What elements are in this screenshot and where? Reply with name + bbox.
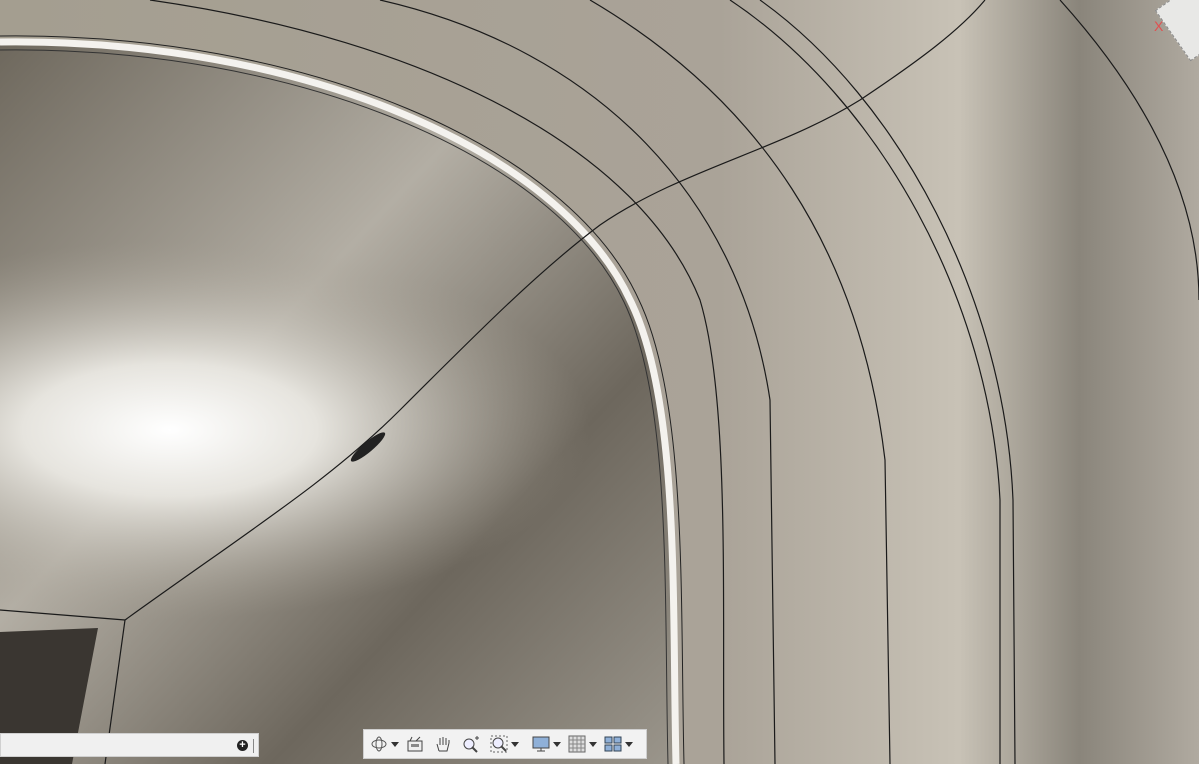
model-render [0, 0, 1199, 764]
zoom-window-icon [490, 735, 508, 753]
viewports-icon [604, 736, 622, 752]
zoom-button[interactable] [462, 732, 480, 756]
display-settings-dropdown[interactable] [553, 741, 561, 747]
grid-icon [568, 735, 586, 753]
resize-grip[interactable] [253, 739, 256, 753]
pan-button[interactable] [434, 732, 452, 756]
zoom-icon [463, 736, 479, 753]
grid-snaps-button[interactable] [568, 732, 602, 756]
orbit-button[interactable] [370, 732, 404, 756]
plus-circle-icon[interactable]: + [237, 740, 248, 751]
orbit-icon [371, 736, 387, 752]
orbit-dropdown[interactable] [391, 741, 399, 747]
look-at-button[interactable] [406, 732, 424, 756]
look-at-icon [407, 736, 423, 752]
3d-viewport[interactable]: X [0, 0, 1199, 764]
hand-icon [436, 737, 450, 752]
command-bar[interactable]: + [0, 733, 259, 757]
navigation-toolbar [363, 729, 647, 759]
zoom-window-dropdown[interactable] [511, 741, 519, 747]
axis-x-label: X [1154, 18, 1164, 34]
display-settings-button[interactable] [532, 732, 566, 756]
monitor-icon [532, 736, 550, 752]
zoom-window-button[interactable] [490, 732, 524, 756]
viewports-dropdown[interactable] [625, 741, 633, 747]
viewports-button[interactable] [604, 732, 638, 756]
grid-snaps-dropdown[interactable] [589, 741, 597, 747]
